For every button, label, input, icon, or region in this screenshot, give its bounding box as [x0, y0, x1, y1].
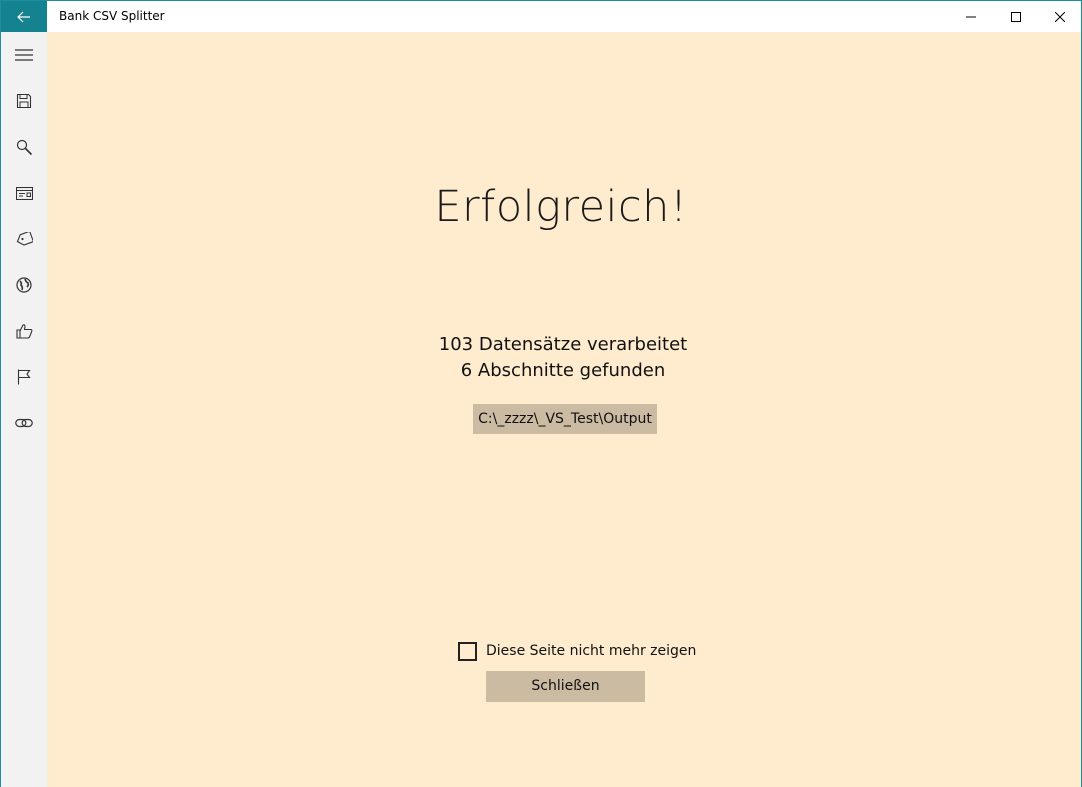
- maximize-icon: [1011, 11, 1021, 22]
- card-icon: [15, 186, 33, 200]
- minimize-icon: [966, 12, 976, 22]
- title-bar: Bank CSV Splitter: [1, 1, 1081, 32]
- close-icon: [1055, 11, 1065, 22]
- sidebar-item-tag[interactable]: [1, 216, 47, 262]
- arrow-left-icon: [17, 11, 31, 23]
- main-content: Erfolgreich! 103 Datensätze verarbeitet …: [47, 32, 1081, 787]
- minimize-button[interactable]: [949, 1, 993, 32]
- flag-icon: [17, 369, 31, 385]
- sidebar-item-link[interactable]: [1, 400, 47, 446]
- sidebar-item-save[interactable]: [1, 78, 47, 124]
- records-processed-text: 103 Datensätze verarbeitet: [438, 334, 688, 355]
- sections-found-text: 6 Abschnitte gefunden: [460, 360, 666, 381]
- sidebar-item-menu[interactable]: [1, 32, 47, 78]
- dont-show-again-label: Diese Seite nicht mehr zeigen: [486, 643, 697, 659]
- app-window: Bank CSV Splitter Erfolgreich! 103 Daten…: [0, 0, 1082, 787]
- sidebar-item-flag[interactable]: [1, 354, 47, 400]
- save-icon: [16, 93, 32, 109]
- hamburger-menu-icon: [15, 48, 33, 62]
- maximize-button[interactable]: [994, 1, 1038, 32]
- back-button[interactable]: [1, 1, 47, 32]
- globe-icon: [16, 277, 32, 293]
- sidebar-item-search[interactable]: [1, 124, 47, 170]
- sidebar-item-like[interactable]: [1, 308, 47, 354]
- thumbs-up-icon: [15, 323, 33, 339]
- dont-show-again-checkbox[interactable]: [458, 641, 477, 661]
- tag-icon: [16, 232, 33, 246]
- sidebar-item-globe[interactable]: [1, 262, 47, 308]
- page-title: Erfolgreich!: [434, 182, 688, 232]
- close-window-button[interactable]: [1038, 1, 1082, 32]
- dont-show-again-checkbox-row[interactable]: Diese Seite nicht mehr zeigen: [458, 641, 696, 661]
- link-icon: [15, 417, 33, 429]
- output-path-button[interactable]: C:\_zzzz\_VS_Test\Output: [473, 404, 657, 434]
- close-button[interactable]: Schließen: [486, 671, 645, 702]
- search-icon: [16, 139, 33, 156]
- sidebar-item-card[interactable]: [1, 170, 47, 216]
- app-title: Bank CSV Splitter: [59, 9, 165, 23]
- sidebar-nav: [1, 32, 47, 787]
